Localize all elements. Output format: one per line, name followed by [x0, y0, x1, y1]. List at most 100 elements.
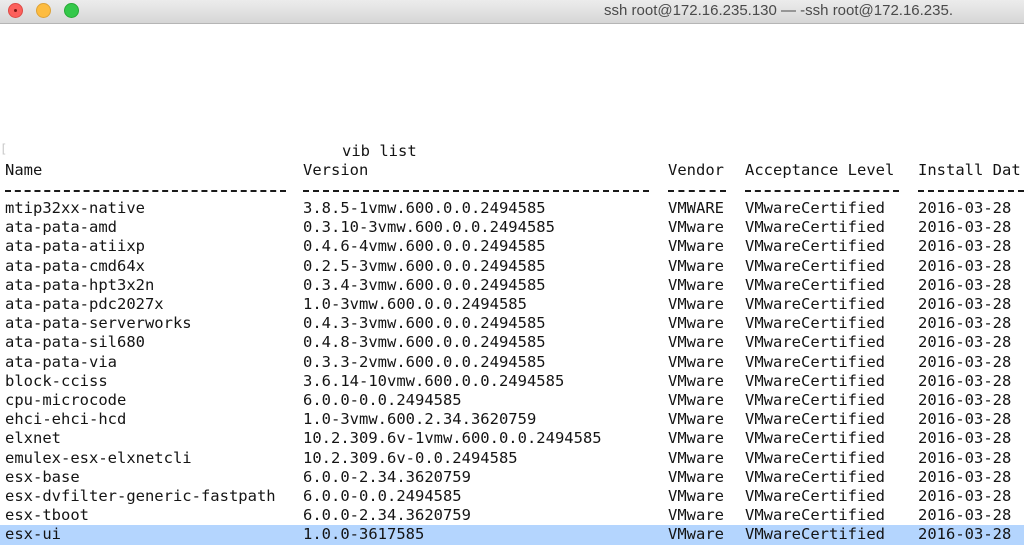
table-row-selected[interactable]: esx-ui 1.0.0-3617585 VMware VMwareCertified… [0, 525, 1024, 545]
terminal-content[interactable]: [ vib list Name Version Vendor Acceptanc… [0, 24, 1024, 550]
cell-name: block-cciss [5, 371, 108, 390]
cell-acceptance-level: VMwareCertified [745, 333, 885, 352]
command-title: vib list [342, 142, 417, 160]
cell-version: 10.2.309.6v-0.0.2494585 [303, 448, 518, 467]
cell-name: esx-tboot [5, 506, 89, 525]
cell-vendor: VMware [668, 467, 724, 486]
cell-acceptance-level: VMwareCertified [745, 506, 885, 525]
cell-name: esx-ui [5, 525, 61, 544]
cell-vendor: VMware [668, 429, 724, 448]
cell-install-date: 2016-03-28 [918, 352, 1012, 371]
cell-name: ata-pata-hpt3x2n [5, 275, 155, 294]
cell-name: ata-pata-serverworks [5, 314, 192, 333]
cell-version: 0.2.5-3vmw.600.0.0.2494585 [303, 256, 546, 275]
cell-vendor: VMware [668, 410, 724, 429]
cell-name: ata-pata-sil680 [5, 333, 145, 352]
separator-name [5, 190, 286, 192]
table-row[interactable]: emulex-esx-elxnetcli 10.2.309.6v-0.0.2494… [0, 449, 1024, 468]
cell-vendor: VMware [668, 525, 724, 544]
cell-acceptance-level: VMwareCertified [745, 525, 885, 544]
table-row[interactable]: ata-pata-sil680 0.4.8-3vmw.600.0.0.249458… [0, 333, 1024, 352]
cell-install-date: 2016-03-28 [918, 256, 1012, 275]
cell-version: 3.6.14-10vmw.600.0.0.2494585 [303, 371, 565, 390]
cell-install-date: 2016-03-28 [918, 371, 1012, 390]
table-row[interactable]: ata-pata-via 0.3.3-2vmw.600.0.0.2494585 VM… [0, 353, 1024, 372]
table-row[interactable]: block-cciss 3.6.14-10vmw.600.0.0.2494585 V… [0, 372, 1024, 391]
header-install-date: Install Dat [918, 161, 1021, 179]
cell-install-date: 2016-03-28 [918, 314, 1012, 333]
cell-version: 0.4.8-3vmw.600.0.0.2494585 [303, 333, 546, 352]
cell-acceptance-level: VMwareCertified [745, 256, 885, 275]
cell-name: mtip32xx-native [5, 199, 145, 217]
table-row[interactable]: esx-base 6.0.0-2.34.3620759 VMware VMwareCe… [0, 468, 1024, 487]
cell-acceptance-level: VMwareCertified [745, 487, 885, 505]
table-row[interactable]: ata-pata-atiixp 0.4.6-4vmw.600.0.0.249458… [0, 237, 1024, 256]
cell-version: 0.4.3-3vmw.600.0.0.2494585 [303, 314, 546, 333]
header-vendor: Vendor [668, 161, 724, 179]
cell-vendor: VMware [668, 352, 724, 371]
cell-vendor: VMware [668, 506, 724, 525]
cell-install-date: 2016-03-28 [918, 391, 1012, 409]
cell-install-date: 2016-03-28 [918, 218, 1012, 237]
cell-version: 6.0.0-0.0.2494585 [303, 487, 462, 505]
cell-acceptance-level: VMwareCertified [745, 448, 885, 467]
cell-install-date: 2016-03-28 [918, 429, 1012, 448]
cell-name: cpu-microcode [5, 391, 127, 409]
cell-vendor: VMware [668, 448, 724, 467]
cell-name: ata-pata-atiixp [5, 237, 145, 256]
cell-version: 6.0.0-2.34.3620759 [303, 467, 471, 486]
cell-acceptance-level: VMwareCertified [745, 352, 885, 371]
cell-version: 1.0-3vmw.600.2.34.3620759 [303, 410, 537, 429]
table-header-row: Name Version Vendor Acceptance Level Ins… [0, 161, 1024, 180]
table-row[interactable]: ata-pata-amd 0.3.10-3vmw.600.0.0.2494585 V… [0, 218, 1024, 237]
table-row[interactable]: esx-dvfilter-generic-fastpath 6.0.0-0.0.2… [0, 487, 1024, 506]
header-separator-row [0, 180, 1024, 199]
cell-install-date: 2016-03-28 [918, 275, 1012, 294]
cell-install-date: 2016-03-28 [918, 487, 1012, 505]
cell-install-date: 2016-03-28 [918, 525, 1012, 544]
cell-version: 0.4.6-4vmw.600.0.0.2494585 [303, 237, 546, 256]
header-name: Name [5, 161, 43, 179]
table-row[interactable]: ata-pata-cmd64x 0.2.5-3vmw.600.0.0.249458… [0, 257, 1024, 276]
table-row[interactable]: ata-pata-pdc2027x 1.0-3vmw.600.0.0.249458… [0, 295, 1024, 314]
cell-acceptance-level: VMwareCertified [745, 429, 885, 448]
cell-acceptance-level: VMwareCertified [745, 314, 885, 333]
minimize-window-button[interactable] [36, 3, 51, 18]
cell-install-date: 2016-03-28 [918, 467, 1012, 486]
terminal-window: ssh root@172.16.235.130 — -ssh root@172.… [0, 0, 1024, 550]
cell-acceptance-level: VMwareCertified [745, 275, 885, 294]
close-window-button[interactable] [8, 3, 23, 18]
table-row[interactable]: ata-pata-hpt3x2n 0.3.4-3vmw.600.0.0.24945… [0, 276, 1024, 295]
cell-install-date: 2016-03-28 [918, 295, 1012, 313]
table-row[interactable]: ata-pata-serverworks 0.4.3-3vmw.600.0.0.2… [0, 314, 1024, 333]
cell-version: 6.0.0-0.0.2494585 [303, 391, 462, 409]
cell-vendor: VMware [668, 256, 724, 275]
cell-version: 0.3.4-3vmw.600.0.0.2494585 [303, 275, 546, 294]
table-row[interactable]: cpu-microcode 6.0.0-0.0.2494585 VMware VMwa… [0, 391, 1024, 410]
zoom-window-button[interactable] [64, 3, 79, 18]
cell-name: esx-base [5, 467, 80, 486]
cell-version: 1.0.0-3617585 [303, 525, 425, 544]
separator-acceptance [745, 190, 899, 192]
cell-vendor: VMware [668, 295, 724, 313]
title-bar[interactable]: ssh root@172.16.235.130 — -ssh root@172.… [0, 0, 1024, 24]
table-row[interactable]: elxnet 10.2.309.6v-1vmw.600.0.0.2494585 VM… [0, 429, 1024, 448]
cell-vendor: VMware [668, 218, 724, 237]
table-row[interactable]: esx-tboot 6.0.0-2.34.3620759 VMware VMwareC… [0, 506, 1024, 525]
cell-name: ehci-ehci-hcd [5, 410, 127, 429]
table-row[interactable]: ehci-ehci-hcd 1.0-3vmw.600.2.34.3620759 VM… [0, 410, 1024, 429]
cell-acceptance-level: VMwareCertified [745, 199, 885, 217]
table-row[interactable]: mtip32xx-native 3.8.5-1vmw.600.0.0.249458… [0, 199, 1024, 218]
cell-acceptance-level: VMwareCertified [745, 371, 885, 390]
cell-acceptance-level: VMwareCertified [745, 218, 885, 237]
cell-install-date: 2016-03-28 [918, 199, 1012, 217]
cell-acceptance-level: VMwareCertified [745, 410, 885, 429]
cell-acceptance-level: VMwareCertified [745, 295, 885, 313]
cell-version: 6.0.0-2.34.3620759 [303, 506, 471, 525]
command-title-line: vib list [0, 142, 1024, 161]
header-acceptance-level: Acceptance Level [745, 161, 895, 179]
cell-install-date: 2016-03-28 [918, 237, 1012, 256]
cell-vendor: VMware [668, 371, 724, 390]
cell-version: 10.2.309.6v-1vmw.600.0.0.2494585 [303, 429, 602, 448]
cell-name: emulex-esx-elxnetcli [5, 448, 192, 467]
